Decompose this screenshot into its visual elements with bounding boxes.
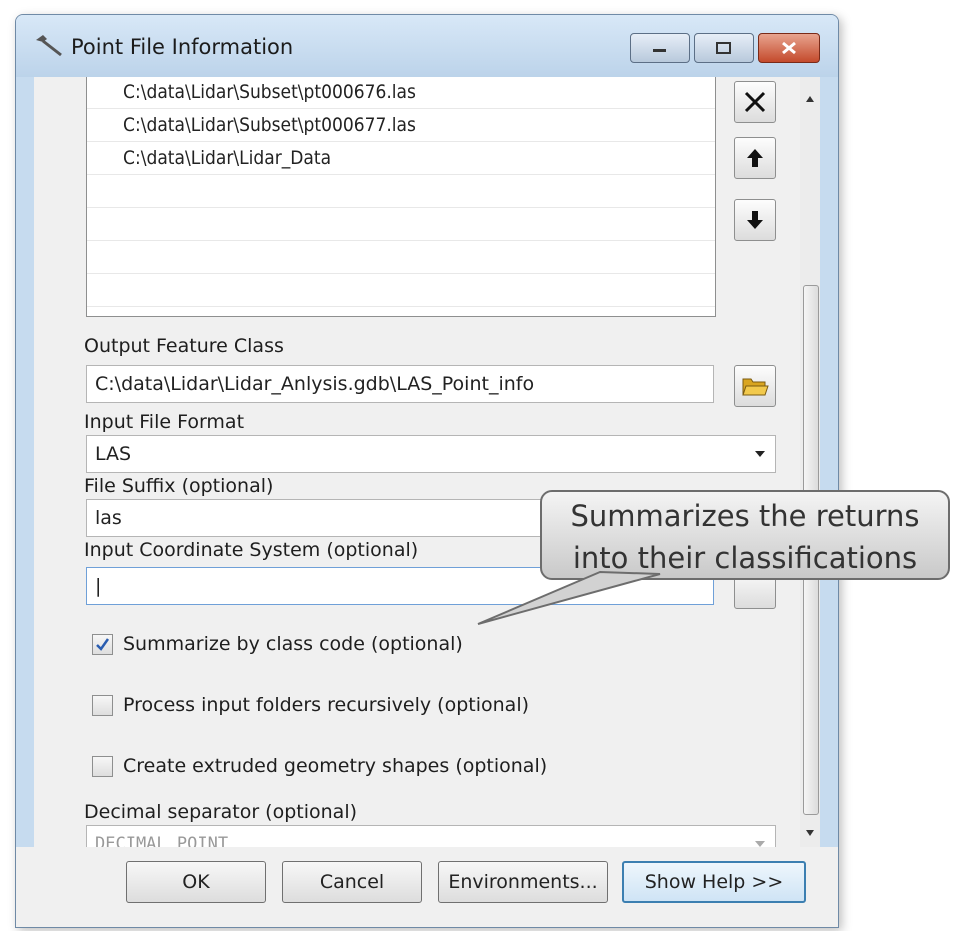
arrow-down-icon [747,211,763,229]
extrude-checkbox[interactable] [92,756,113,777]
folder-open-icon [742,378,769,396]
maximize-button[interactable] [694,33,754,63]
minimize-button[interactable] [630,33,690,63]
close-button[interactable] [758,33,820,63]
callout-line-2: into their classifications [572,541,918,575]
callout-annotation: Summarizes the returns into their classi… [540,490,950,580]
button-bar: OK Cancel Environments... Show Help >> [16,847,838,927]
environments-button[interactable]: Environments... [438,861,608,903]
list-item[interactable]: C:\data\Lidar\Subset\pt000676.las [87,77,715,109]
cancel-button[interactable]: Cancel [282,861,422,903]
browse-button[interactable] [734,365,776,407]
summarize-checkbox[interactable] [92,634,113,655]
output-feature-class-label: Output Feature Class [84,335,284,357]
close-icon [782,41,796,55]
list-item[interactable]: C:\data\Lidar\Subset\pt000677.las [87,109,715,142]
input-file-format-label: Input File Format [84,411,245,433]
list-item-empty[interactable] [87,274,715,307]
ok-button[interactable]: OK [126,861,266,903]
input-files-list[interactable]: C:\data\Lidar\Subset\pt000676.las C:\dat… [86,77,716,317]
maximize-icon [716,42,731,54]
chevron-down-icon [755,451,765,457]
decimal-separator-dropdown[interactable]: DECIMAL_POINT [86,825,776,847]
list-item-empty[interactable] [87,208,715,241]
remove-item-button[interactable] [734,81,776,123]
show-help-button[interactable]: Show Help >> [622,861,806,903]
scroll-down-icon[interactable] [805,829,815,837]
extrude-label[interactable]: Create extruded geometry shapes (optiona… [123,755,547,777]
x-icon [744,91,766,113]
output-feature-class-field[interactable]: C:\data\Lidar\Lidar_Anlysis.gdb\LAS_Poin… [86,365,714,403]
dialog-content: C:\data\Lidar\Subset\pt000676.las C:\dat… [34,77,820,847]
list-item-empty[interactable] [87,241,715,274]
hammer-icon [36,35,62,57]
dialog-window: Point File Information C:\data\Lidar\Sub… [15,14,839,928]
move-down-button[interactable] [734,199,776,241]
arrow-up-icon [747,149,763,167]
move-up-button[interactable] [734,137,776,179]
file-suffix-label: File Suffix (optional) [84,475,274,497]
input-file-format-value: LAS [95,443,132,465]
summarize-label[interactable]: Summarize by class code (optional) [123,633,463,655]
vertical-scrollbar[interactable] [800,77,820,847]
minimize-icon [653,49,666,52]
callout-line-1: Summarizes the returns [570,499,920,533]
recursive-label[interactable]: Process input folders recursively (optio… [123,694,529,716]
list-item[interactable]: C:\data\Lidar\Lidar_Data [87,142,715,175]
window-title: Point File Information [71,35,294,59]
input-file-format-dropdown[interactable]: LAS [86,435,776,473]
scroll-up-icon[interactable] [805,95,815,103]
input-coordinate-system-label: Input Coordinate System (optional) [84,539,419,561]
list-item-empty[interactable] [87,175,715,208]
decimal-separator-label: Decimal separator (optional) [84,801,358,823]
decimal-separator-value: DECIMAL_POINT [95,834,229,847]
checkmark-icon [96,638,110,651]
title-bar[interactable]: Point File Information [16,15,838,77]
recursive-checkbox[interactable] [92,695,113,716]
